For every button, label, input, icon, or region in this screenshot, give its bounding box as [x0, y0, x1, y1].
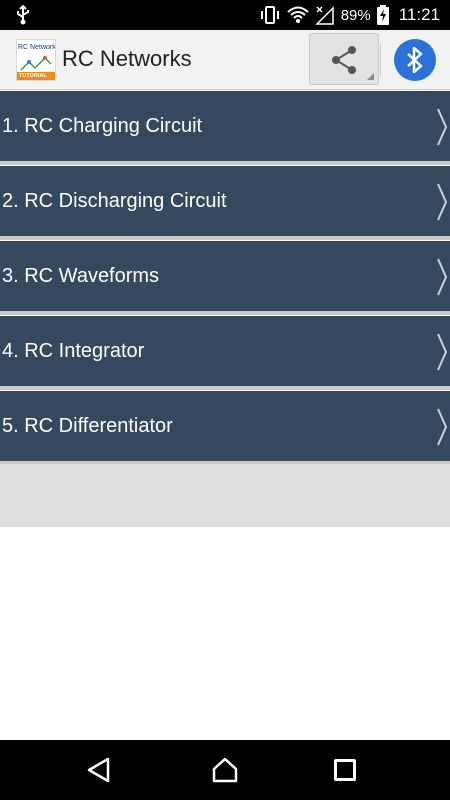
menu-list: 1. RC Charging Circuit 2. RC Discharging… [0, 91, 450, 466]
usb-icon [17, 5, 29, 25]
battery-percent: 89% [340, 6, 371, 24]
chevron-right-icon [437, 258, 448, 296]
list-item-rc-discharging[interactable]: 2. RC Discharging Circuit [0, 166, 450, 240]
bluetooth-button[interactable] [394, 39, 436, 81]
chevron-right-icon [437, 108, 448, 146]
app-logo: RC Network TUTORIAL [16, 39, 56, 81]
status-bar: 89% 11:21 [0, 0, 450, 30]
share-icon [332, 46, 356, 74]
list-item-label: 1. RC Charging Circuit [2, 115, 203, 137]
list-item-label: 2. RC Discharging Circuit [2, 190, 227, 212]
back-icon[interactable] [86, 757, 112, 783]
list-item-label: 5. RC Differentiator [2, 415, 173, 437]
chevron-right-icon [437, 408, 448, 446]
footer-strip [0, 464, 450, 527]
app-bar: RC Network TUTORIAL RC Networks [0, 30, 450, 90]
list-item-rc-differentiator[interactable]: 5. RC Differentiator [0, 391, 450, 465]
home-icon[interactable] [211, 757, 239, 783]
bluetooth-icon [407, 47, 423, 73]
no-signal-icon [314, 6, 334, 25]
list-item-rc-waveforms[interactable]: 3. RC Waveforms [0, 241, 450, 315]
list-item-label: 4. RC Integrator [2, 340, 145, 362]
list-item-rc-integrator[interactable]: 4. RC Integrator [0, 316, 450, 390]
logo-text: RC Network [18, 44, 56, 51]
chevron-right-icon [437, 183, 448, 221]
battery-charging-icon [376, 5, 389, 25]
app-title: RC Networks [62, 46, 192, 71]
vibrate-icon [260, 6, 279, 24]
navigation-bar [0, 740, 450, 800]
chevron-right-icon [437, 333, 448, 371]
wifi-icon [287, 6, 309, 23]
list-item-label: 3. RC Waveforms [2, 265, 160, 287]
share-button[interactable] [309, 33, 379, 85]
toolbar-divider [380, 44, 381, 76]
recents-icon[interactable] [334, 759, 356, 781]
list-item-rc-charging[interactable]: 1. RC Charging Circuit [0, 91, 450, 165]
clock: 11:21 [398, 5, 440, 24]
overflow-indicator [367, 73, 374, 80]
logo-band-text: TUTORIAL [19, 73, 47, 79]
